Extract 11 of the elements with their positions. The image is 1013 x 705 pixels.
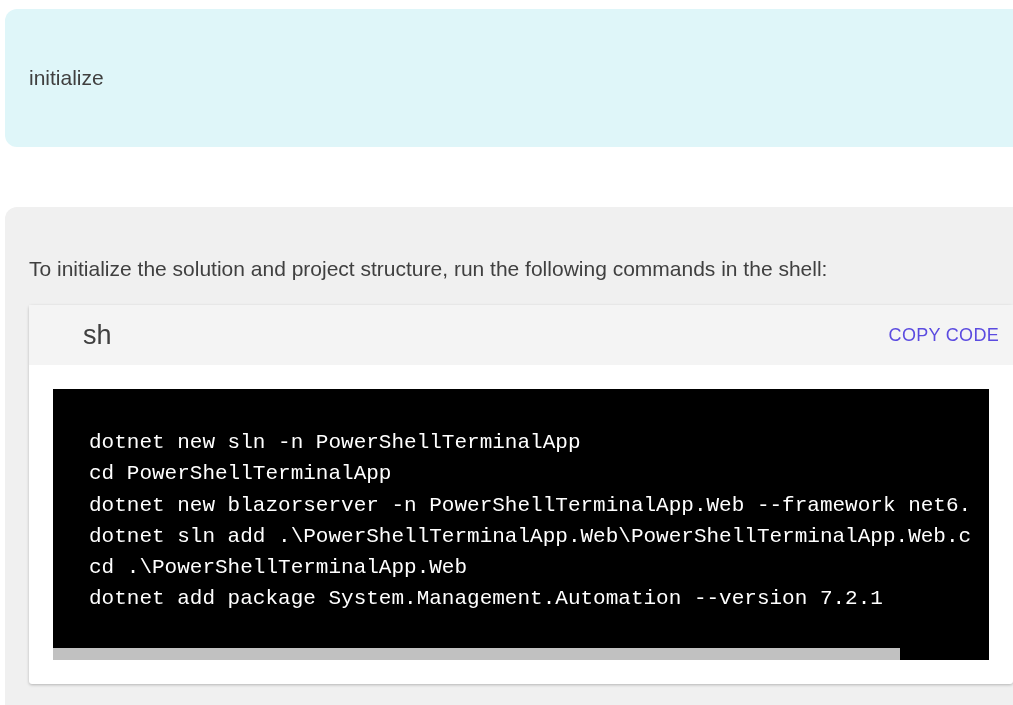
code-line: cd PowerShellTerminalApp bbox=[89, 461, 393, 488]
scrollbar-thumb[interactable] bbox=[53, 647, 900, 660]
prompt-text: initialize bbox=[29, 66, 104, 90]
copy-code-button[interactable]: COPY CODE bbox=[888, 320, 999, 350]
code-line: dotnet add package System.Management.Automation --version 7.2.1 bbox=[89, 586, 884, 613]
code-line: dotnet new sln -n PowerShellTerminalApp bbox=[89, 430, 582, 456]
intro-text: To initialize the solution and project structure, run the following commands in the shell: bbox=[29, 257, 829, 281]
code-line: dotnet sln add .\PowerShellTerminalApp.Web\PowerShellTerminalApp.Web.c bbox=[89, 523, 973, 550]
code-line: cd .\PowerShellTerminalApp.Web bbox=[89, 555, 469, 582]
language-label: sh bbox=[83, 319, 112, 351]
code-line: dotnet new blazorserver -n PowerShellTerminalApp.Web --framework net6. bbox=[89, 492, 973, 519]
